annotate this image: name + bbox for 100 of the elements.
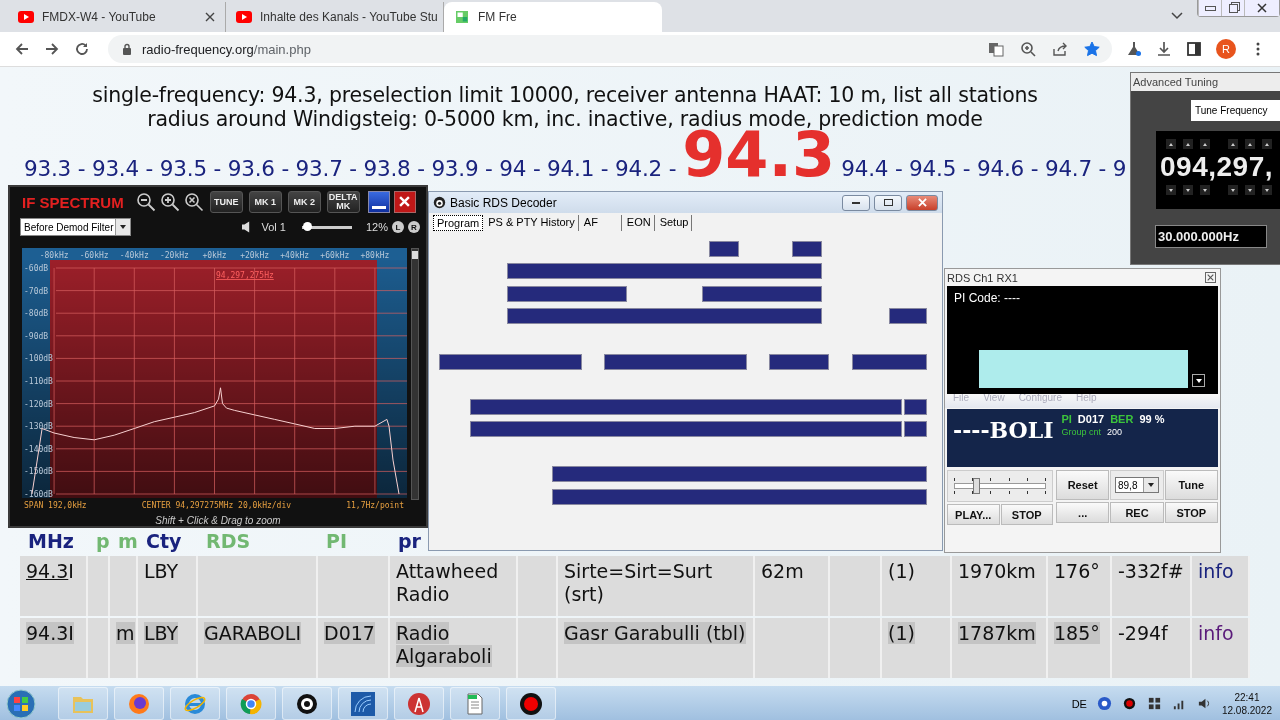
address-bar[interactable]: radio-frequency.org/main.php [108, 35, 1112, 63]
axis-label: -120dB [24, 399, 53, 409]
tab[interactable]: PS & PTY History [485, 215, 579, 231]
restore-button[interactable] [1221, 0, 1244, 16]
zoom-in-icon[interactable] [159, 192, 180, 213]
translate-icon[interactable] [988, 41, 1004, 57]
star-icon[interactable] [1084, 41, 1100, 57]
control-button[interactable]: PLAY... [947, 504, 1000, 525]
control-button[interactable]: Reset [1056, 470, 1110, 500]
step-up-button[interactable] [1183, 139, 1193, 149]
forward-icon[interactable] [44, 41, 60, 57]
axis-label: -60kHz [79, 251, 109, 260]
table-cell[interactable]: info [1192, 618, 1250, 678]
column-header: m [117, 530, 138, 554]
step-field[interactable]: 30.000.000Hz [1155, 225, 1267, 248]
language-indicator[interactable]: DE [1071, 697, 1087, 710]
tune-frequency-button[interactable]: Tune Frequency [1191, 100, 1280, 121]
table-cell [830, 618, 882, 678]
axis-label: -80dB [24, 309, 49, 319]
close-button[interactable] [393, 191, 416, 214]
chevron-icon[interactable] [1171, 12, 1183, 20]
step-down-button[interactable] [1166, 185, 1176, 195]
reload-icon[interactable] [74, 41, 90, 57]
windows-icon[interactable] [1146, 696, 1162, 711]
spectrum-button[interactable]: MK 1 [248, 191, 282, 214]
step-down-button[interactable] [1183, 185, 1193, 195]
back-icon[interactable] [14, 41, 30, 57]
step-down-button[interactable] [1228, 185, 1238, 195]
volume-slider[interactable] [301, 225, 352, 229]
tab[interactable]: EON [623, 215, 655, 231]
table-cell [518, 618, 558, 678]
close-icon [1257, 3, 1267, 13]
zoom-reset-icon[interactable] [183, 192, 204, 213]
step-down-button[interactable] [1200, 185, 1210, 195]
maximize-button[interactable] [874, 194, 902, 211]
disc-icon[interactable] [295, 691, 319, 716]
browser-icon[interactable] [127, 691, 151, 716]
step-down-button[interactable] [1245, 185, 1255, 195]
station-name: ----BOLI [953, 416, 1054, 445]
help-icon[interactable] [1096, 696, 1112, 711]
close-button[interactable] [1244, 0, 1279, 16]
spectrum-button[interactable]: MK 2 [287, 191, 321, 214]
tab[interactable]: AF [580, 215, 622, 231]
axis-label: -80kHz [39, 251, 69, 260]
table-cell[interactable]: info [1192, 556, 1250, 616]
ber-value: 99 % [1139, 413, 1165, 425]
control-button[interactable]: STOP [1164, 502, 1218, 523]
close-icon[interactable] [205, 12, 215, 22]
share-icon[interactable] [1052, 41, 1068, 57]
field-bar [904, 399, 927, 415]
browser-tab[interactable]: FM Fre [444, 2, 662, 32]
browser-icon[interactable] [239, 691, 263, 716]
step-up-button[interactable] [1228, 139, 1238, 149]
table-cell[interactable]: 94.3I [20, 556, 88, 616]
hint-text: Shift + Click & Drag to zoom [154, 515, 282, 526]
spectrum-button[interactable]: DELTA MK [326, 191, 360, 214]
browser-icon[interactable] [183, 691, 207, 716]
frequency-dropdown[interactable]: 89,8 [1115, 477, 1159, 493]
zoom-out-icon[interactable] [135, 192, 156, 213]
channel-button[interactable]: L [392, 221, 404, 234]
start-button[interactable] [6, 688, 36, 719]
axis-label: +40kHz [280, 251, 310, 260]
scrollbar[interactable] [411, 248, 419, 500]
step-up-button[interactable] [1245, 139, 1255, 149]
control-button[interactable]: ... [1056, 502, 1110, 523]
control-button[interactable]: Tune [1164, 470, 1218, 500]
spectrum-button[interactable]: TUNE [209, 191, 243, 214]
waves-icon[interactable] [351, 691, 375, 716]
frequency-list[interactable]: 93.3 - 93.4 - 93.5 - 93.6 - 93.7 - 93.8 - 93.9 - 94 - 94.1 - 94.2 - [24, 156, 677, 181]
slider[interactable] [947, 470, 1053, 502]
clock[interactable]: 22:41 12.08.2022 [1221, 690, 1272, 717]
step-up-button[interactable] [1262, 139, 1272, 149]
step-up-button[interactable] [1200, 139, 1210, 149]
table-cell: GARABOLI [198, 618, 318, 678]
tab[interactable]: Program [433, 215, 484, 231]
record-icon[interactable] [1121, 696, 1137, 711]
frequency-list[interactable]: 94.4 - 94.5 - 94.6 - 94.7 - 9 [841, 156, 1127, 181]
table-cell: Sirte=Sirt=Surt (srt) [558, 556, 755, 616]
profile-avatar[interactable]: R [1216, 39, 1236, 59]
zoom-icon[interactable] [1020, 41, 1036, 57]
axis-label: +60kHz [320, 251, 350, 260]
flask-icon[interactable] [1126, 41, 1142, 57]
minimize-button[interactable] [842, 194, 870, 211]
minimize-button[interactable] [1198, 0, 1221, 16]
minimize-button[interactable] [367, 191, 390, 214]
side-panel-icon[interactable] [1186, 41, 1202, 57]
filter-dropdown[interactable]: Before Demod Filter [20, 218, 131, 237]
antenna-icon[interactable] [407, 691, 431, 716]
control-button[interactable]: STOP [1000, 504, 1053, 525]
tab[interactable]: Setup [656, 215, 693, 231]
control-button[interactable]: REC [1110, 502, 1164, 523]
dropdown-button[interactable] [1192, 374, 1205, 387]
step-up-button[interactable] [1166, 139, 1176, 149]
speaker-icon[interactable] [241, 221, 250, 234]
step-down-button[interactable] [1262, 185, 1272, 195]
column-header: Cty [145, 530, 183, 554]
record-icon[interactable] [519, 691, 543, 716]
channel-button[interactable]: R [408, 221, 420, 234]
download-icon[interactable] [1156, 41, 1172, 57]
close-button[interactable] [1205, 272, 1216, 283]
